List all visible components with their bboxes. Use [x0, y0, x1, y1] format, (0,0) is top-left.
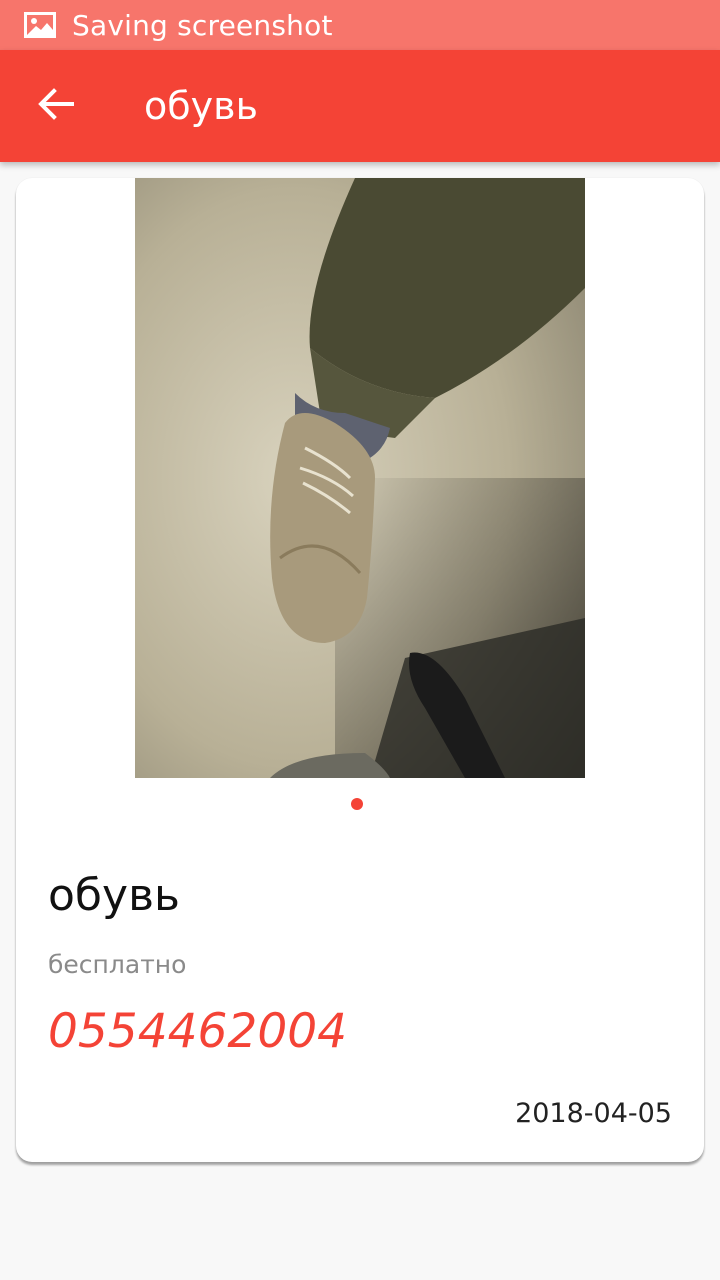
arrow-back-icon [38, 87, 74, 125]
image-icon [24, 12, 56, 38]
app-bar: обувь [0, 50, 720, 162]
page-title: обувь [144, 84, 258, 128]
listing-date: 2018-04-05 [515, 1098, 672, 1129]
listing-card: обувь бесплатно 0554462004 2018-04-05 [16, 178, 704, 1162]
page-indicator-dot [351, 798, 363, 810]
back-button[interactable] [28, 78, 84, 134]
shoe-photo[interactable] [135, 178, 585, 778]
status-bar: Saving screenshot [0, 0, 720, 50]
listing-title: обувь [48, 870, 180, 921]
status-text: Saving screenshot [72, 8, 333, 42]
listing-price: бесплатно [48, 950, 187, 979]
listing-phone-link[interactable]: 0554462004 [48, 1004, 347, 1059]
